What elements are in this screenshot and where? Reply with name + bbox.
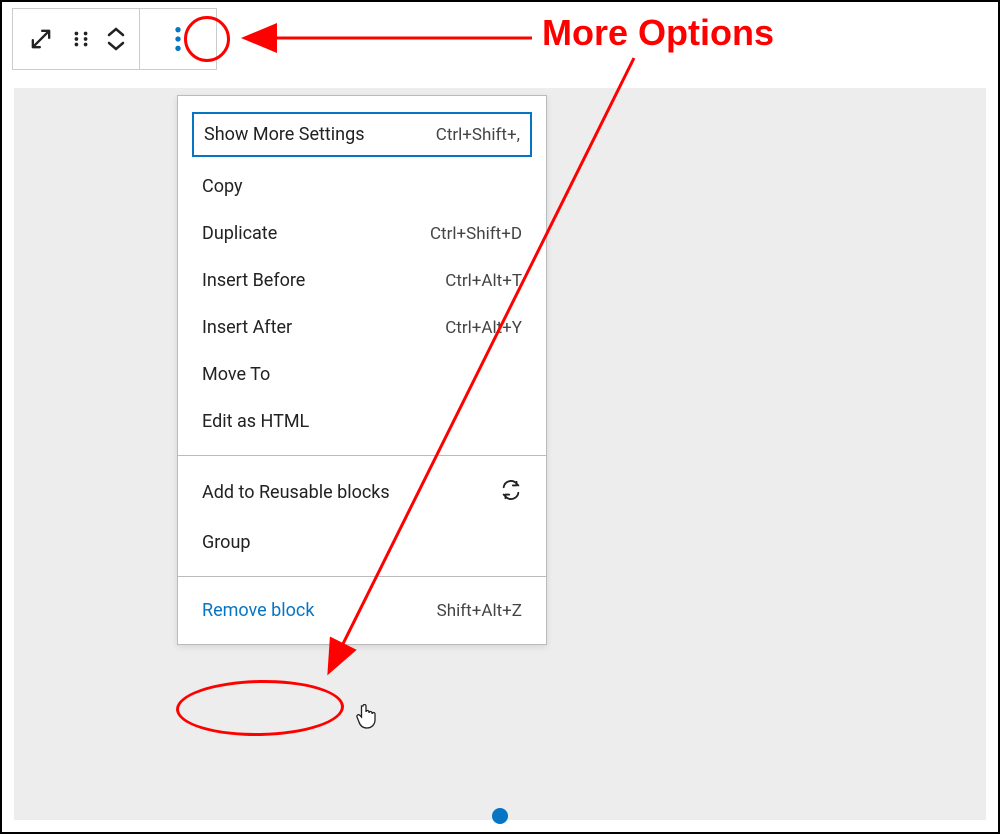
menu-label: Duplicate xyxy=(202,223,277,244)
menu-shortcut: Ctrl+Alt+T xyxy=(445,271,522,291)
menu-item-edit-html[interactable]: Edit as HTML xyxy=(178,398,546,445)
expand-icon[interactable] xyxy=(21,19,61,59)
menu-item-duplicate[interactable]: Duplicate Ctrl+Shift+D xyxy=(178,210,546,257)
menu-shortcut: Ctrl+Alt+Y xyxy=(445,318,522,338)
menu-shortcut: Ctrl+Shift+, xyxy=(436,125,520,145)
toolbar-group-2 xyxy=(140,9,216,69)
menu-section-3: Remove block Shift+Alt+Z xyxy=(178,577,546,644)
menu-label: Add to Reusable blocks xyxy=(202,482,390,503)
toolbar-group-1 xyxy=(13,9,140,69)
menu-item-insert-before[interactable]: Insert Before Ctrl+Alt+T xyxy=(178,257,546,304)
menu-section-1: Show More Settings Ctrl+Shift+, Copy Dup… xyxy=(178,96,546,456)
menu-item-move-to[interactable]: Move To xyxy=(178,351,546,398)
menu-item-add-reusable[interactable]: Add to Reusable blocks xyxy=(178,466,546,519)
menu-label: Copy xyxy=(202,176,243,197)
menu-label: Group xyxy=(202,532,250,553)
menu-label: Show More Settings xyxy=(204,124,365,145)
menu-item-copy[interactable]: Copy xyxy=(178,163,546,210)
move-down-icon[interactable] xyxy=(106,39,126,53)
drag-handle-icon[interactable] xyxy=(61,19,101,59)
reusable-icon xyxy=(500,479,522,506)
menu-item-remove-block[interactable]: Remove block Shift+Alt+Z xyxy=(178,587,546,634)
menu-label: Edit as HTML xyxy=(202,411,309,432)
resize-handle-icon[interactable] xyxy=(492,808,508,824)
more-options-button[interactable] xyxy=(153,14,203,64)
menu-label: Move To xyxy=(202,364,270,385)
menu-label: Insert Before xyxy=(202,270,305,291)
menu-label: Insert After xyxy=(202,317,292,338)
menu-section-2: Add to Reusable blocks Group xyxy=(178,456,546,577)
more-options-menu: Show More Settings Ctrl+Shift+, Copy Dup… xyxy=(177,95,547,645)
menu-item-show-more-settings[interactable]: Show More Settings Ctrl+Shift+, xyxy=(192,112,532,157)
menu-shortcut: Shift+Alt+Z xyxy=(437,601,522,621)
screenshot-frame: Show More Settings Ctrl+Shift+, Copy Dup… xyxy=(0,0,1000,834)
move-up-icon[interactable] xyxy=(106,25,126,39)
menu-shortcut: Ctrl+Shift+D xyxy=(430,224,522,244)
menu-item-insert-after[interactable]: Insert After Ctrl+Alt+Y xyxy=(178,304,546,351)
menu-label: Remove block xyxy=(202,600,314,621)
block-toolbar xyxy=(12,8,217,70)
menu-item-group[interactable]: Group xyxy=(178,519,546,566)
annotation-label: More Options xyxy=(542,12,774,54)
mover-arrows xyxy=(101,25,131,53)
